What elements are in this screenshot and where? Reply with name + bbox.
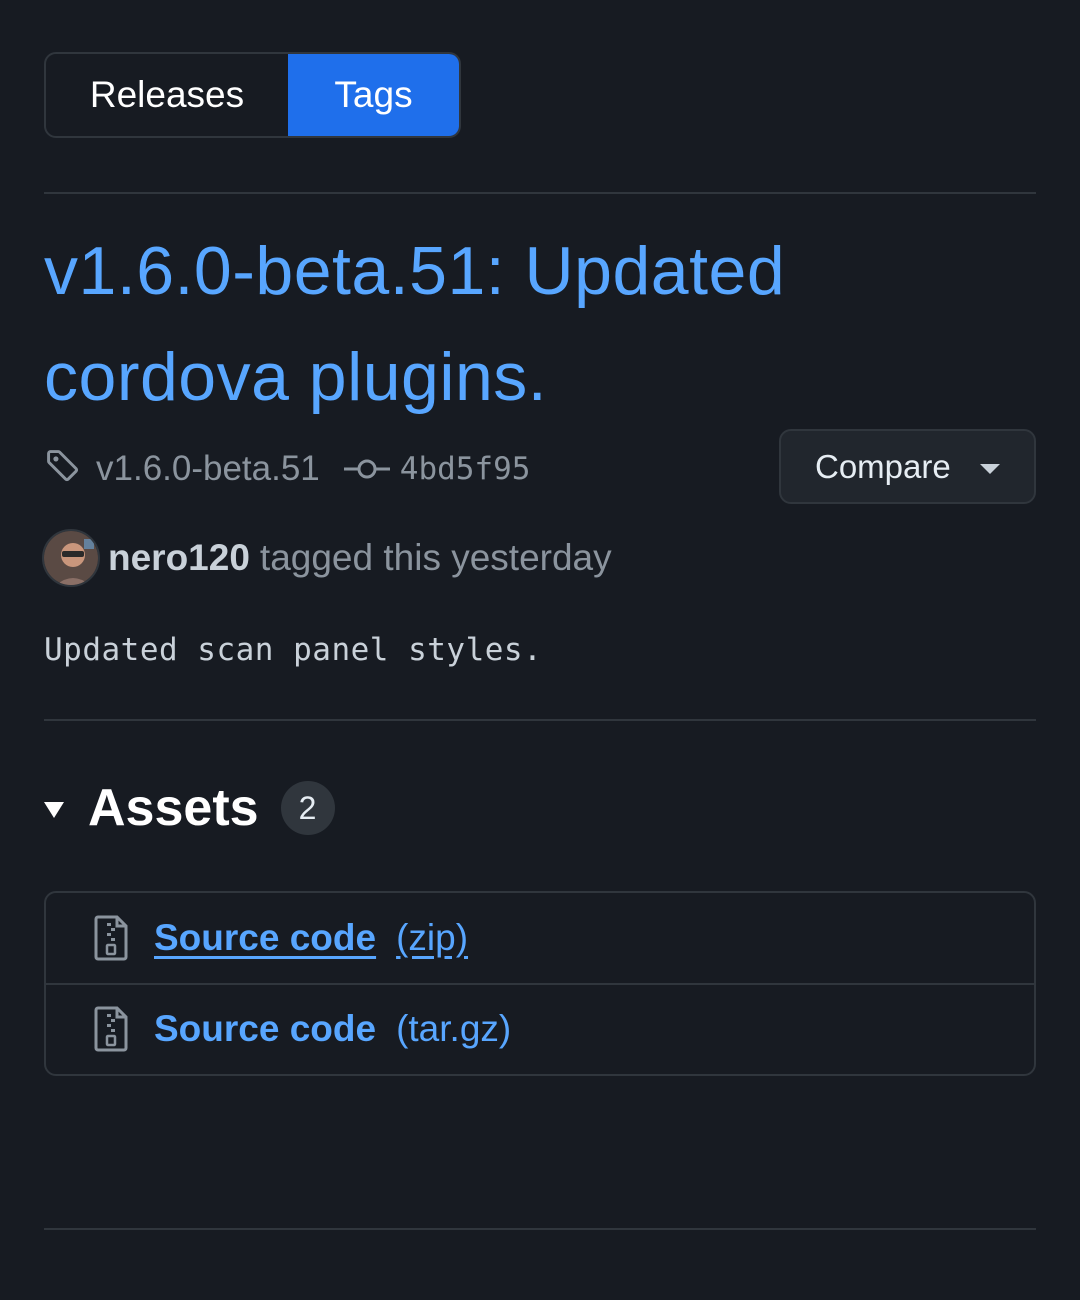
compare-button-label: Compare [815,447,951,485]
tab-releases[interactable]: Releases [46,54,288,136]
divider [44,192,1036,194]
assets-toggle[interactable]: Assets 2 [44,776,335,840]
release-meta: v1.6.0-beta.51 4bd5f95 [44,446,530,492]
release-page: Releases Tags v1.6.0-beta.51: Updated co… [0,0,1080,1300]
assets-title: Assets [88,779,259,837]
commit-sha-link[interactable]: 4bd5f95 [400,451,531,487]
assets-count-badge: 2 [280,781,335,835]
tagged-by: nero120 tagged this yesterday [42,528,612,588]
release-title-link[interactable]: v1.6.0-beta.51: Updated cordova plugins. [44,218,944,430]
tab-tags[interactable]: Tags [288,54,459,136]
tagged-text: tagged this yesterday [259,537,612,578]
source-code-zip-ext[interactable]: (zip) [396,917,468,959]
file-zip-icon [94,1006,128,1052]
compare-button[interactable]: Compare [779,429,1036,504]
assets-list: Source code (zip) Source code (tar.gz) [44,891,1036,1076]
release-notes: Updated scan panel styles. [44,632,543,668]
commit-icon [343,459,390,479]
avatar[interactable] [42,529,100,587]
list-item[interactable]: Source code (tar.gz) [46,983,1034,1073]
divider [44,719,1036,721]
tag-icon [47,450,79,482]
tag-name-link[interactable]: v1.6.0-beta.51 [96,449,320,489]
source-code-targz-ext[interactable]: (tar.gz) [396,1008,511,1050]
author-link[interactable]: nero120 [108,537,250,579]
chevron-down-icon [980,464,1000,474]
list-item[interactable]: Source code (zip) [46,893,1034,983]
caret-down-icon [44,802,64,818]
releases-tags-toggle: Releases Tags [44,52,461,138]
source-code-zip-link[interactable]: Source code [154,917,376,959]
file-zip-icon [94,915,128,961]
source-code-targz-link[interactable]: Source code [154,1008,376,1050]
divider [44,1228,1036,1230]
